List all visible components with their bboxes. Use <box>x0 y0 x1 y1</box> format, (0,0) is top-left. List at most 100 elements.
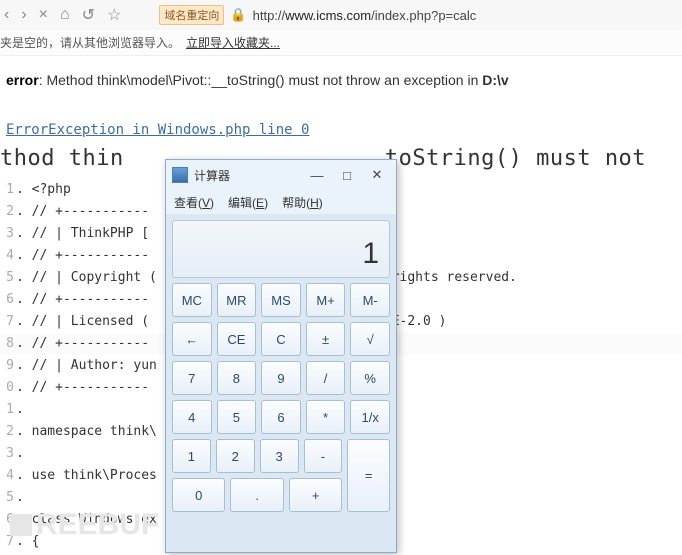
url-prefix: http:// <box>253 8 286 23</box>
bookmark-empty-msg: 夹是空的，请从其他浏览器导入。 <box>0 34 180 51</box>
exception-link[interactable]: ErrorException in Windows.php line 0 <box>0 98 682 142</box>
calc-row-clear: ← CE C ± √ <box>172 322 390 356</box>
btn-div[interactable]: / <box>306 361 346 395</box>
menu-help-key: H <box>310 196 319 210</box>
code-text: // | Licensed ( <box>32 314 149 329</box>
code-text: namespace think\ <box>32 424 157 439</box>
lineno: 2 <box>0 201 14 223</box>
nav-buttons: ‹ › × ⌂ ↺ ☆ <box>4 5 121 25</box>
code-text: <?php <box>32 182 71 197</box>
headline-left: thod thin <box>0 146 124 171</box>
calc-row-mem: MC MR MS M+ M- <box>172 283 390 317</box>
btn-8[interactable]: 8 <box>217 361 257 395</box>
lineno: 0 <box>0 377 14 399</box>
watermark: REEBUF <box>10 508 159 542</box>
btn-mul[interactable]: * <box>306 400 346 434</box>
watermark-text: REEBUF <box>36 508 159 541</box>
menu-view-key: V <box>202 196 210 210</box>
calc-titlebar[interactable]: 计算器 — □ ✕ <box>166 160 396 190</box>
menu-edit[interactable]: 编辑(E) <box>228 194 268 211</box>
btn-dot[interactable]: . <box>230 478 283 512</box>
btn-2[interactable]: 2 <box>216 439 255 473</box>
menu-edit-label: 编辑 <box>228 196 252 210</box>
close-button[interactable]: ✕ <box>362 167 392 183</box>
btn-ms[interactable]: MS <box>261 283 301 317</box>
lineno: 3 <box>0 223 14 245</box>
btn-recip[interactable]: 1/x <box>350 400 390 434</box>
menu-help[interactable]: 帮助(H) <box>282 194 323 211</box>
bookmark-bar: 夹是空的，请从其他浏览器导入。 立即导入收藏夹... <box>0 30 682 56</box>
code-text: // +----------- <box>32 380 149 395</box>
btn-sub[interactable]: - <box>304 439 343 473</box>
lineno: 7 <box>0 311 14 333</box>
calc-menu: 查看(V) 编辑(E) 帮助(H) <box>166 190 396 214</box>
code-text: // | Author: yun <box>32 358 157 373</box>
btn-mplus[interactable]: M+ <box>306 283 346 317</box>
btn-1[interactable]: 1 <box>172 439 211 473</box>
code-text: // +----------- <box>32 336 149 351</box>
url-bar[interactable]: http://www.icms.com/index.php?p=calc <box>253 8 477 23</box>
minimize-button[interactable]: — <box>302 168 332 183</box>
lineno: 9 <box>0 355 14 377</box>
btn-back[interactable]: ← <box>172 322 212 356</box>
btn-ce[interactable]: CE <box>217 322 257 356</box>
lineno: 6 <box>0 289 14 311</box>
btn-mr[interactable]: MR <box>217 283 257 317</box>
code-text: // +----------- <box>32 292 149 307</box>
code-text: // | Copyright ( <box>32 270 157 285</box>
forward-icon[interactable]: › <box>21 6 26 24</box>
btn-5[interactable]: 5 <box>217 400 257 434</box>
btn-sqrt[interactable]: √ <box>350 322 390 356</box>
btn-7[interactable]: 7 <box>172 361 212 395</box>
calc-display: 1 <box>172 220 390 278</box>
code-text: // | ThinkPHP [ <box>32 226 149 241</box>
lineno: 5 <box>0 267 14 289</box>
fatal-error-line: error: Method think\model\Pivot::__toStr… <box>0 68 682 98</box>
calc-row-789: 7 8 9 / % <box>172 361 390 395</box>
lineno: 8 <box>0 333 14 355</box>
btn-4[interactable]: 4 <box>172 400 212 434</box>
btn-3[interactable]: 3 <box>260 439 299 473</box>
lineno: 4 <box>0 245 14 267</box>
redirect-badge: 域名重定向 <box>159 5 224 25</box>
code-text: // +----------- <box>32 248 149 263</box>
back-icon[interactable]: ‹ <box>4 6 9 24</box>
btn-eq[interactable]: = <box>347 439 390 512</box>
menu-view-label: 查看 <box>174 196 198 210</box>
error-msg: : Method think\model\Pivot::__toString()… <box>39 72 483 88</box>
code-text: rights reserved. <box>384 270 517 285</box>
btn-add[interactable]: + <box>289 478 342 512</box>
btn-mminus[interactable]: M- <box>350 283 390 317</box>
btn-pct[interactable]: % <box>350 361 390 395</box>
menu-help-label: 帮助 <box>282 196 306 210</box>
calc-title-text: 计算器 <box>194 167 230 184</box>
calc-row-456: 4 5 6 * 1/x <box>172 400 390 434</box>
menu-view[interactable]: 查看(V) <box>174 194 214 211</box>
headline-right: toString() must not <box>385 146 646 171</box>
btn-neg[interactable]: ± <box>306 322 346 356</box>
calculator-window: 计算器 — □ ✕ 查看(V) 编辑(E) 帮助(H) 1 MC MR MS M… <box>165 159 397 553</box>
menu-edit-key: E <box>256 196 264 210</box>
calc-app-icon <box>172 167 188 183</box>
stop-icon[interactable]: × <box>39 6 48 24</box>
reload-icon[interactable]: ↺ <box>82 5 95 25</box>
import-bookmarks-link[interactable]: 立即导入收藏夹... <box>186 34 280 51</box>
lock-icon: 🔒 <box>230 7 246 23</box>
calc-body: 1 MC MR MS M+ M- ← CE C ± √ 7 8 9 / % 4 … <box>166 214 396 552</box>
btn-mc[interactable]: MC <box>172 283 212 317</box>
lineno: 1 <box>0 179 14 201</box>
error-path: D:\v <box>482 72 508 88</box>
btn-6[interactable]: 6 <box>261 400 301 434</box>
browser-toolbar: ‹ › × ⌂ ↺ ☆ 域名重定向 🔒 http://www.icms.com/… <box>0 0 682 30</box>
maximize-button[interactable]: □ <box>332 168 362 183</box>
star-icon[interactable]: ☆ <box>107 5 121 25</box>
btn-0[interactable]: 0 <box>172 478 225 512</box>
btn-c[interactable]: C <box>261 322 301 356</box>
calc-row-last: 1 2 3 - 0 . + = <box>172 439 390 512</box>
url-host: www.icms.com <box>285 8 371 23</box>
error-label: error <box>6 72 39 88</box>
home-icon[interactable]: ⌂ <box>60 6 70 24</box>
btn-9[interactable]: 9 <box>261 361 301 395</box>
code-text: use think\Proces <box>32 468 157 483</box>
code-text: // +----------- <box>32 204 149 219</box>
